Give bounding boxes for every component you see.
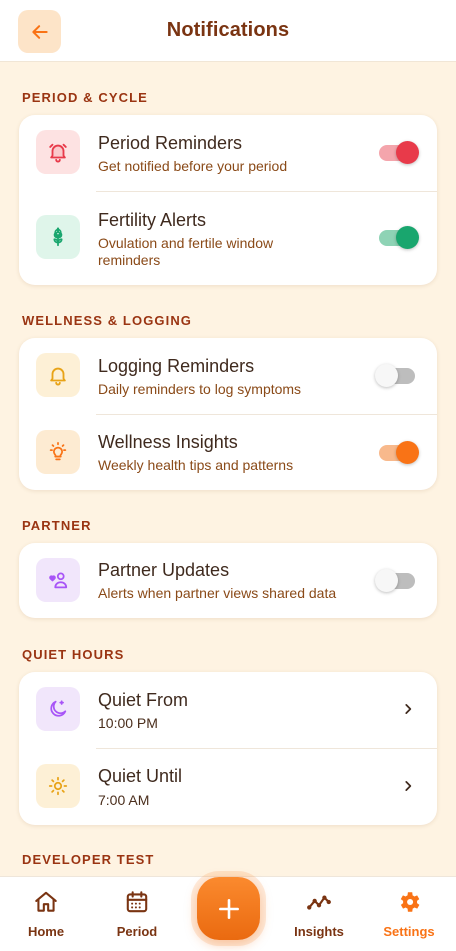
section-label-developer: DEVELOPER TEST (22, 852, 155, 867)
row-subtitle: Weekly health tips and patterns (98, 457, 294, 473)
nav-label: Home (27, 924, 65, 939)
row-title: Wellness Insights (98, 432, 238, 452)
quiet-card: Quiet From 10:00 PM Quiet Until 7:00 AM (19, 672, 437, 825)
chevron-right-icon (405, 781, 412, 791)
wellness-insights-toggle[interactable] (379, 441, 419, 464)
section-label-wellness: WELLNESS & LOGGING (22, 313, 193, 328)
bell-icon (36, 353, 80, 397)
row-subtitle: Daily reminders to log symptoms (98, 381, 302, 397)
row-subtitle: Ovulation and fertile window reminders (98, 235, 274, 268)
nav-home[interactable]: Home (11, 889, 81, 939)
row-title: Period Reminders (98, 133, 243, 153)
row-title: Partner Updates (98, 560, 230, 580)
plus-icon (218, 898, 239, 919)
nav-label: Period (116, 924, 158, 939)
arrow-left-icon (31, 24, 48, 39)
lightbulb-icon (36, 430, 80, 474)
logging-reminders-row[interactable]: Logging Reminders Daily reminders to log… (19, 338, 437, 414)
row-title: Quiet From (98, 690, 189, 710)
nav-label: Insights (294, 924, 344, 939)
nav-label: Settings (383, 924, 435, 939)
wellness-insights-row[interactable]: Wellness Insights Weekly health tips and… (19, 415, 437, 490)
period-reminders-row[interactable]: Period Reminders Get notified before you… (19, 115, 437, 191)
section-label-period: PERIOD & CYCLE (22, 90, 148, 105)
section-label-quiet: QUIET HOURS (22, 647, 125, 662)
logging-reminders-toggle[interactable] (375, 364, 415, 387)
row-value: 7:00 AM (98, 792, 150, 808)
nav-settings[interactable]: Settings (374, 889, 444, 939)
partner-updates-row[interactable]: Partner Updates Alerts when partner view… (19, 543, 437, 618)
notifications-screen: Notifications PERIOD & CYCLE Period Remi… (0, 0, 456, 951)
back-button[interactable] (18, 10, 61, 53)
alarm-icon (36, 130, 80, 174)
moon-icon (36, 687, 80, 731)
home-icon (35, 891, 57, 912)
fertility-alerts-row[interactable]: Fertility Alerts Ovulation and fertile w… (19, 192, 437, 285)
quiet-from-row[interactable]: Quiet From 10:00 PM (19, 672, 437, 748)
row-title: Quiet Until (98, 766, 183, 786)
gear-icon (400, 892, 420, 912)
fertility-alerts-toggle[interactable] (379, 226, 419, 249)
chevron-right-icon (405, 704, 412, 714)
top-bar: Notifications (0, 0, 456, 62)
add-entry-button[interactable] (197, 877, 260, 940)
sun-icon (36, 764, 80, 808)
section-label-partner: PARTNER (22, 518, 92, 533)
row-subtitle: Alerts when partner views shared data (98, 585, 337, 601)
partner-card: Partner Updates Alerts when partner view… (19, 543, 437, 618)
wellness-card: Logging Reminders Daily reminders to log… (19, 338, 437, 490)
calendar-icon (126, 891, 148, 913)
page-title: Notifications (166, 19, 290, 41)
flower-icon (36, 215, 80, 259)
row-title: Fertility Alerts (98, 210, 207, 230)
period-reminders-toggle[interactable] (379, 141, 419, 164)
row-value: 10:00 PM (98, 715, 158, 731)
row-title: Logging Reminders (98, 356, 255, 376)
partner-updates-toggle[interactable] (375, 569, 415, 592)
nav-period[interactable]: Period (102, 889, 172, 939)
nav-insights[interactable]: Insights (284, 889, 354, 939)
row-subtitle: Get notified before your period (98, 158, 288, 174)
period-card: Period Reminders Get notified before you… (19, 115, 437, 285)
user-heart-icon (36, 558, 80, 602)
quiet-until-row[interactable]: Quiet Until 7:00 AM (19, 749, 437, 825)
trend-line-icon (307, 895, 331, 910)
